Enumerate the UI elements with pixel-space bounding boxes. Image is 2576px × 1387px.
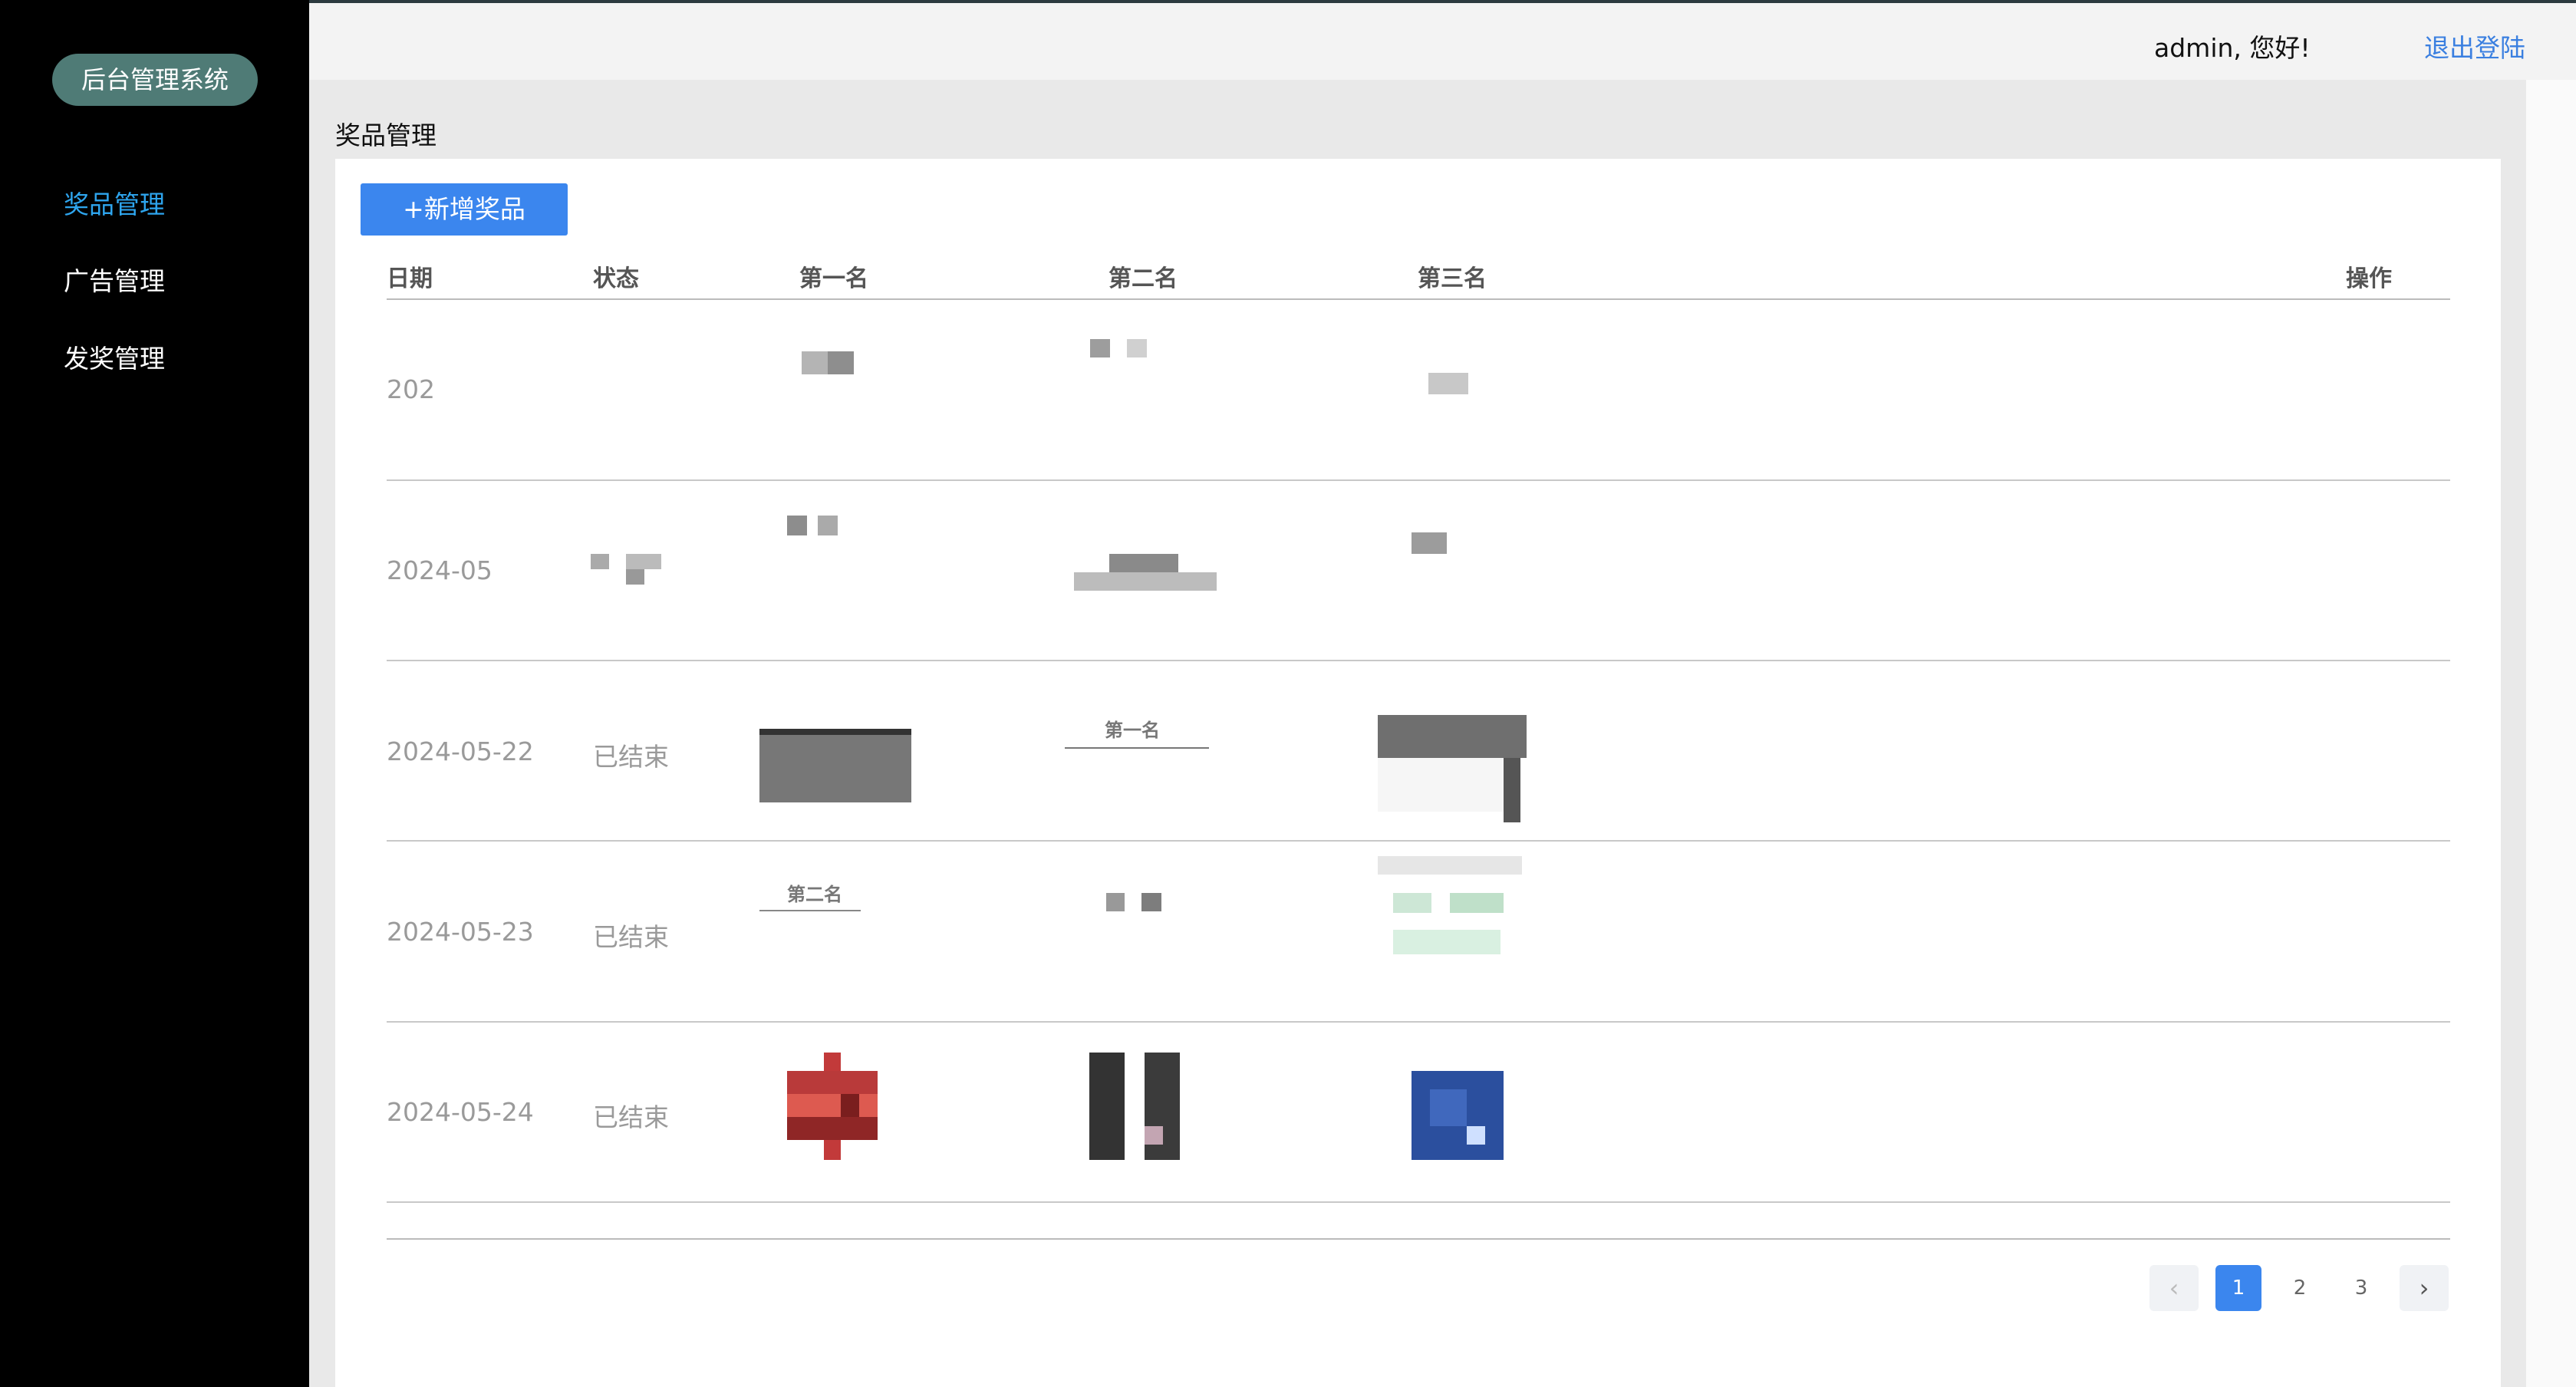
pagination-prev-button[interactable]: ‹ [2149, 1265, 2199, 1311]
row-3-divider [387, 840, 2450, 842]
table-row-4-date: 2024-05-23 [387, 917, 534, 947]
row-4-first-prize-image[interactable]: 第二名 [759, 876, 861, 911]
row-1-first-prize-image[interactable] [802, 351, 861, 374]
table-row-2-date: 2024-05 [387, 555, 492, 585]
row-1-second-prize-image[interactable] [1090, 339, 1151, 357]
pagination-page-3[interactable]: 3 [2338, 1265, 2384, 1311]
pagination-next-button[interactable]: › [2400, 1265, 2449, 1311]
sidebar-item-prize-management[interactable]: 奖品管理 [64, 184, 165, 221]
sidebar: 后台管理系统 奖品管理 广告管理 发奖管理 [0, 0, 309, 1387]
row-3-second-prize-caption: 第一名 [1105, 720, 1160, 741]
row-4-first-prize-caption: 第二名 [787, 884, 842, 905]
scrollbar-track[interactable] [2526, 80, 2576, 1387]
user-greeting: admin, 您好! [2154, 33, 2311, 63]
row-2-third-prize-image[interactable] [1412, 532, 1461, 554]
row-3-third-prize-image[interactable] [1378, 715, 1527, 822]
row-4-third-prize-image[interactable] [1378, 856, 1522, 964]
sidebar-item-ad-management[interactable]: 广告管理 [64, 261, 165, 298]
row-5-third-prize-image[interactable] [1412, 1071, 1504, 1160]
table-row-4-status: 已结束 [593, 922, 669, 952]
chevron-right-icon: › [2419, 1273, 2429, 1303]
column-header-date[interactable]: 日期 [387, 259, 433, 293]
table-row-3-status: 已结束 [593, 742, 669, 772]
row-4-second-prize-image[interactable] [1106, 893, 1168, 911]
column-header-first-place[interactable]: 第一名 [799, 259, 868, 293]
row-1-third-prize-image[interactable] [1428, 373, 1468, 394]
row-4-divider [387, 1021, 2450, 1023]
row-5-divider [387, 1201, 2450, 1203]
sidebar-item-award-management[interactable]: 发奖管理 [64, 338, 165, 375]
row-5-second-prize-image[interactable] [1089, 1053, 1181, 1160]
row-2-first-prize-image[interactable] [787, 516, 842, 535]
column-header-actions[interactable]: 操作 [2346, 259, 2392, 293]
table-header-divider [387, 298, 2450, 300]
row-5-first-prize-image[interactable] [787, 1053, 878, 1160]
column-header-status[interactable]: 状态 [593, 259, 639, 293]
chevron-left-icon: ‹ [2169, 1273, 2179, 1303]
add-prize-button[interactable]: +新增奖品 [361, 183, 568, 236]
page-title: 奖品管理 [335, 120, 436, 150]
row-3-second-prize-image[interactable]: 第一名 [1065, 713, 1209, 749]
table-row-3-date: 2024-05-22 [387, 736, 534, 766]
table-row-5-status: 已结束 [593, 1102, 669, 1132]
app-title-badge: 后台管理系统 [52, 54, 258, 106]
row-2-divider [387, 660, 2450, 661]
row-2-second-prize-image[interactable] [1074, 554, 1217, 591]
column-header-third-place[interactable]: 第三名 [1418, 259, 1487, 293]
table-bottom-border [387, 1238, 2450, 1240]
row-1-divider [387, 479, 2450, 481]
pagination-page-1[interactable]: 1 [2215, 1265, 2261, 1311]
table-row-1-date: 202 [387, 374, 435, 404]
row-2-status-image [591, 554, 661, 585]
column-header-second-place[interactable]: 第二名 [1108, 259, 1178, 293]
pagination-page-2[interactable]: 2 [2277, 1265, 2323, 1311]
logout-link[interactable]: 退出登陆 [2424, 28, 2525, 64]
row-3-first-prize-image[interactable] [759, 729, 911, 802]
table-row-5-date: 2024-05-24 [387, 1097, 534, 1127]
